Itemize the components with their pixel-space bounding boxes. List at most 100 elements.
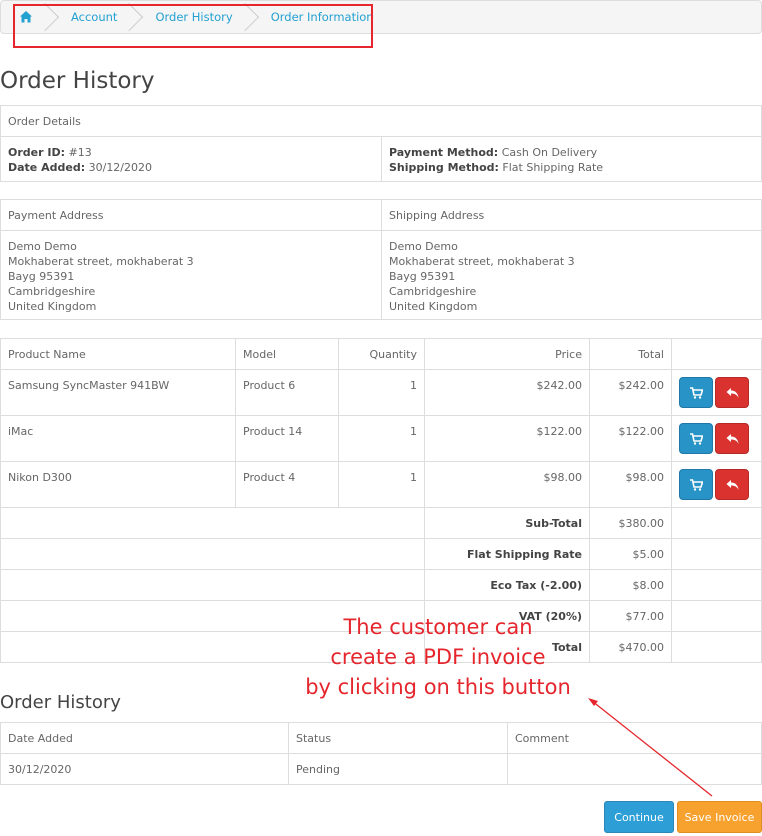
product-qty: 1: [338, 415, 425, 462]
return-button[interactable]: [715, 377, 749, 408]
col-product-name: Product Name: [0, 338, 236, 370]
totals-value: $5.00: [589, 538, 672, 570]
totals-empty: [671, 538, 762, 570]
product-name: iMac: [0, 415, 236, 462]
payment-method-label: Payment Method:: [389, 146, 499, 159]
annotation-line: create a PDF invoice: [330, 645, 546, 669]
eco-tax-label: Eco Tax (-2.00): [490, 578, 582, 592]
order-info-cell: Order ID: #13 Date Added: 30/12/2020: [0, 136, 382, 182]
address-line: United Kingdom: [389, 300, 478, 313]
continue-button[interactable]: Continue: [604, 801, 674, 833]
product-qty: 1: [338, 369, 425, 416]
product-qty: 1: [338, 461, 425, 508]
annotation-line: The customer can: [343, 615, 533, 639]
address-line: Mokhaberat street, mokhaberat 3: [8, 255, 194, 268]
reorder-button[interactable]: [679, 423, 713, 454]
sub-total-label: Sub-Total: [525, 516, 582, 530]
page-title: Order History: [0, 68, 155, 94]
totals-empty: [671, 507, 762, 539]
col-total: Total: [589, 338, 672, 370]
product-price: $98.00: [424, 461, 590, 508]
return-button[interactable]: [715, 469, 749, 500]
history-status: Pending: [288, 753, 508, 785]
table-row: Samsung SyncMaster 941BW Product 6 1 $24…: [0, 369, 762, 416]
reorder-button[interactable]: [679, 469, 713, 500]
address-line: Bayg 95391: [389, 270, 456, 283]
history-comment: [507, 753, 762, 785]
cart-icon: [690, 433, 703, 445]
table-row: 30/12/2020 Pending: [0, 753, 762, 785]
annotation-highlight-box: [13, 4, 373, 48]
product-total: $122.00: [589, 415, 672, 462]
totals-row: Eco Tax (-2.00) $8.00: [0, 569, 762, 601]
totals-value: $8.00: [589, 569, 672, 601]
reply-icon: [726, 434, 739, 444]
return-button[interactable]: [715, 423, 749, 454]
row-actions: [671, 369, 762, 416]
table-row: iMac Product 14 1 $122.00 $122.00: [0, 415, 762, 462]
col-model: Model: [235, 338, 339, 370]
product-total: $242.00: [589, 369, 672, 416]
table-row: Nikon D300 Product 4 1 $98.00 $98.00: [0, 461, 762, 508]
address-line: Demo Demo: [389, 240, 458, 253]
shipping-rate-label: Flat Shipping Rate: [467, 547, 582, 561]
address-line: Mokhaberat street, mokhaberat 3: [389, 255, 575, 268]
cart-icon: [690, 479, 703, 491]
totals-value: $470.00: [589, 631, 672, 663]
col-actions: [671, 338, 762, 370]
address-line: Demo Demo: [8, 240, 77, 253]
totals-spacer: [0, 538, 425, 570]
annotation-line: by clicking on this button: [305, 675, 571, 699]
shipping-address-header: Shipping Address: [381, 199, 762, 231]
date-added-label: Date Added:: [8, 161, 86, 174]
totals-label: Eco Tax (-2.00): [424, 569, 590, 601]
product-price: $122.00: [424, 415, 590, 462]
order-details-header: Order Details: [0, 105, 762, 137]
save-invoice-button[interactable]: Save Invoice: [677, 801, 762, 833]
history-date: 30/12/2020: [0, 753, 289, 785]
reply-icon: [726, 480, 739, 490]
shipping-method-label: Shipping Method:: [389, 161, 499, 174]
address-line: United Kingdom: [8, 300, 97, 313]
shipping-method: Flat Shipping Rate: [502, 161, 604, 174]
date-added: 30/12/2020: [88, 161, 153, 174]
totals-value: $77.00: [589, 600, 672, 632]
totals-row: Sub-Total $380.00: [0, 507, 762, 539]
col-quantity: Quantity: [338, 338, 425, 370]
reply-icon: [726, 388, 739, 398]
payment-address-header: Payment Address: [0, 199, 382, 231]
cart-icon: [690, 387, 703, 399]
col-date-added: Date Added: [0, 722, 289, 754]
product-price: $242.00: [424, 369, 590, 416]
totals-label: Flat Shipping Rate: [424, 538, 590, 570]
method-info-cell: Payment Method: Cash On Delivery Shippin…: [381, 136, 762, 182]
totals-spacer: [0, 507, 425, 539]
reorder-button[interactable]: [679, 377, 713, 408]
address-line: Cambridgeshire: [8, 285, 96, 298]
totals-label: Sub-Total: [424, 507, 590, 539]
payment-method: Cash On Delivery: [501, 146, 598, 159]
history-table: Date Added Status Comment 30/12/2020 Pen…: [0, 722, 762, 785]
col-price: Price: [424, 338, 590, 370]
col-comment: Comment: [507, 722, 762, 754]
totals-spacer: [0, 569, 425, 601]
product-model: Product 14: [235, 415, 339, 462]
totals-empty: [671, 631, 762, 663]
shipping-address: Demo Demo Mokhaberat street, mokhaberat …: [381, 230, 762, 320]
history-title: Order History: [0, 692, 121, 713]
totals-row: Flat Shipping Rate $5.00: [0, 538, 762, 570]
address-line: Cambridgeshire: [389, 285, 477, 298]
product-model: Product 4: [235, 461, 339, 508]
col-status: Status: [288, 722, 508, 754]
row-actions: [671, 461, 762, 508]
annotation-text: The customer can create a PDF invoice by…: [288, 612, 588, 702]
address-line: Bayg 95391: [8, 270, 75, 283]
row-actions: [671, 415, 762, 462]
addresses-table: Payment Address Shipping Address Demo De…: [0, 199, 762, 320]
order-id: #13: [68, 146, 92, 159]
product-name: Nikon D300: [0, 461, 236, 508]
totals-empty: [671, 600, 762, 632]
order-details-table: Order Details Order ID: #13 Date Added: …: [0, 105, 762, 182]
payment-address: Demo Demo Mokhaberat street, mokhaberat …: [0, 230, 382, 320]
order-id-label: Order ID:: [8, 146, 65, 159]
